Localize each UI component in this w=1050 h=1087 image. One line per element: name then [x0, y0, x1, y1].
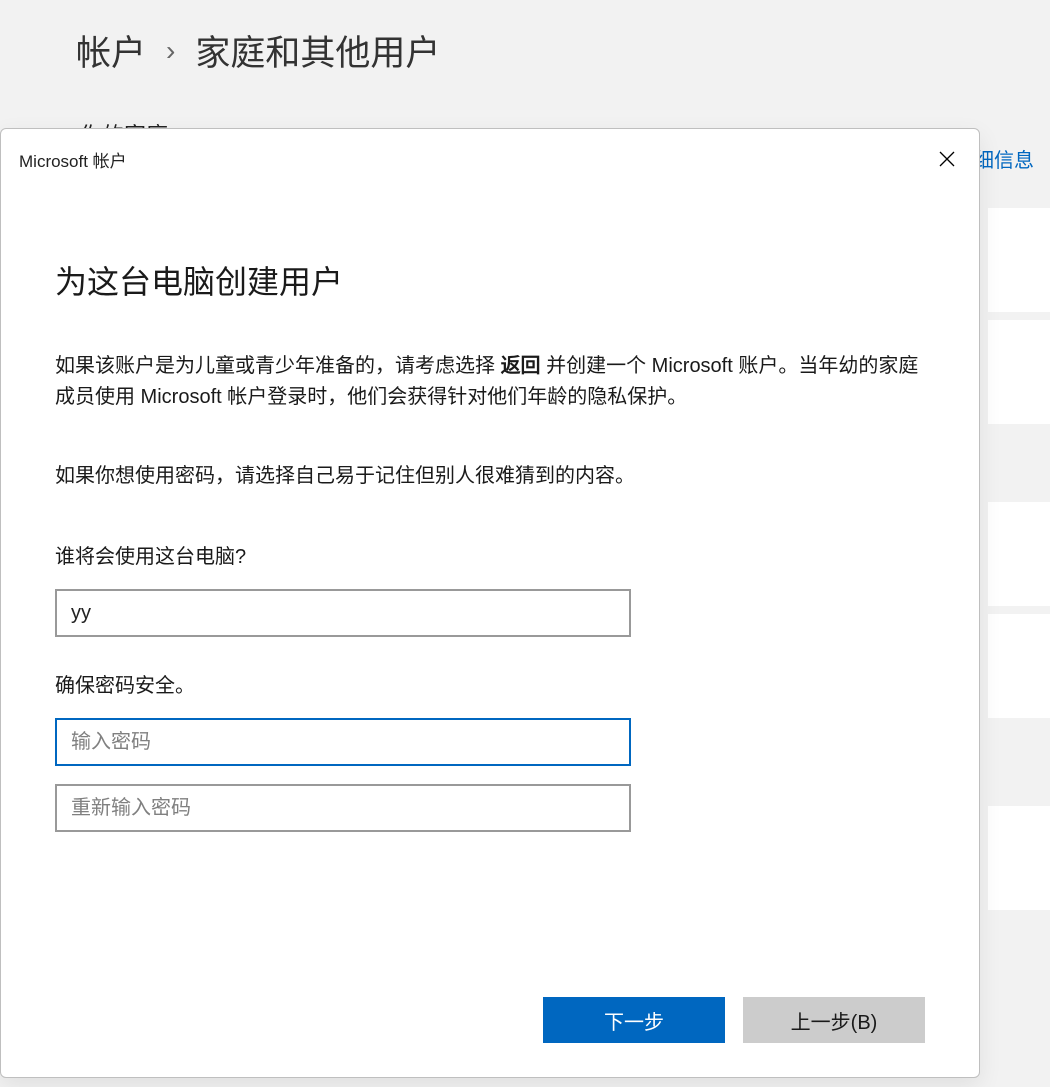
next-button[interactable]: 下一步: [543, 997, 725, 1043]
breadcrumb-current: 家庭和其他用户: [195, 25, 440, 76]
dialog-footer: 下一步 上一步(B): [543, 997, 925, 1043]
create-user-dialog: Microsoft 帐户 为这台电脑创建用户 如果该账户是为儿童或青少年准备的，…: [0, 128, 980, 1078]
list-item: [988, 320, 1050, 424]
dialog-heading: 为这台电脑创建用户: [55, 257, 925, 303]
list-item: [988, 208, 1050, 312]
breadcrumb-parent[interactable]: 帐户: [76, 25, 146, 76]
detail-link-partial[interactable]: 细信息: [974, 144, 1034, 173]
username-label: 谁将会使用这台电脑?: [55, 540, 925, 569]
dialog-body: 为这台电脑创建用户 如果该账户是为儿童或青少年准备的，请考虑选择 返回 并创建一…: [1, 175, 979, 864]
chevron-right-icon: ›: [166, 35, 175, 67]
password-section-label: 确保密码安全。: [55, 669, 925, 698]
close-icon: [939, 151, 955, 167]
password-confirm-input[interactable]: [55, 784, 631, 832]
info-paragraph-2: 如果你想使用密码，请选择自己易于记住但别人很难猜到的内容。: [55, 461, 925, 492]
dialog-header: Microsoft 帐户: [1, 129, 979, 175]
para1-bold: 返回: [501, 355, 541, 377]
list-item: [988, 614, 1050, 718]
breadcrumb: 帐户 › 家庭和其他用户: [0, 0, 1050, 76]
password-input[interactable]: [55, 718, 631, 766]
back-button[interactable]: 上一步(B): [743, 997, 925, 1043]
close-button[interactable]: [933, 145, 961, 173]
username-input[interactable]: [55, 589, 631, 637]
para1-text-a: 如果该账户是为儿童或青少年准备的，请考虑选择: [55, 355, 501, 377]
dialog-title: Microsoft 帐户: [19, 147, 127, 172]
list-item: [988, 502, 1050, 606]
list-item: [988, 806, 1050, 910]
info-paragraph-1: 如果该账户是为儿童或青少年准备的，请考虑选择 返回 并创建一个 Microsof…: [55, 351, 925, 413]
